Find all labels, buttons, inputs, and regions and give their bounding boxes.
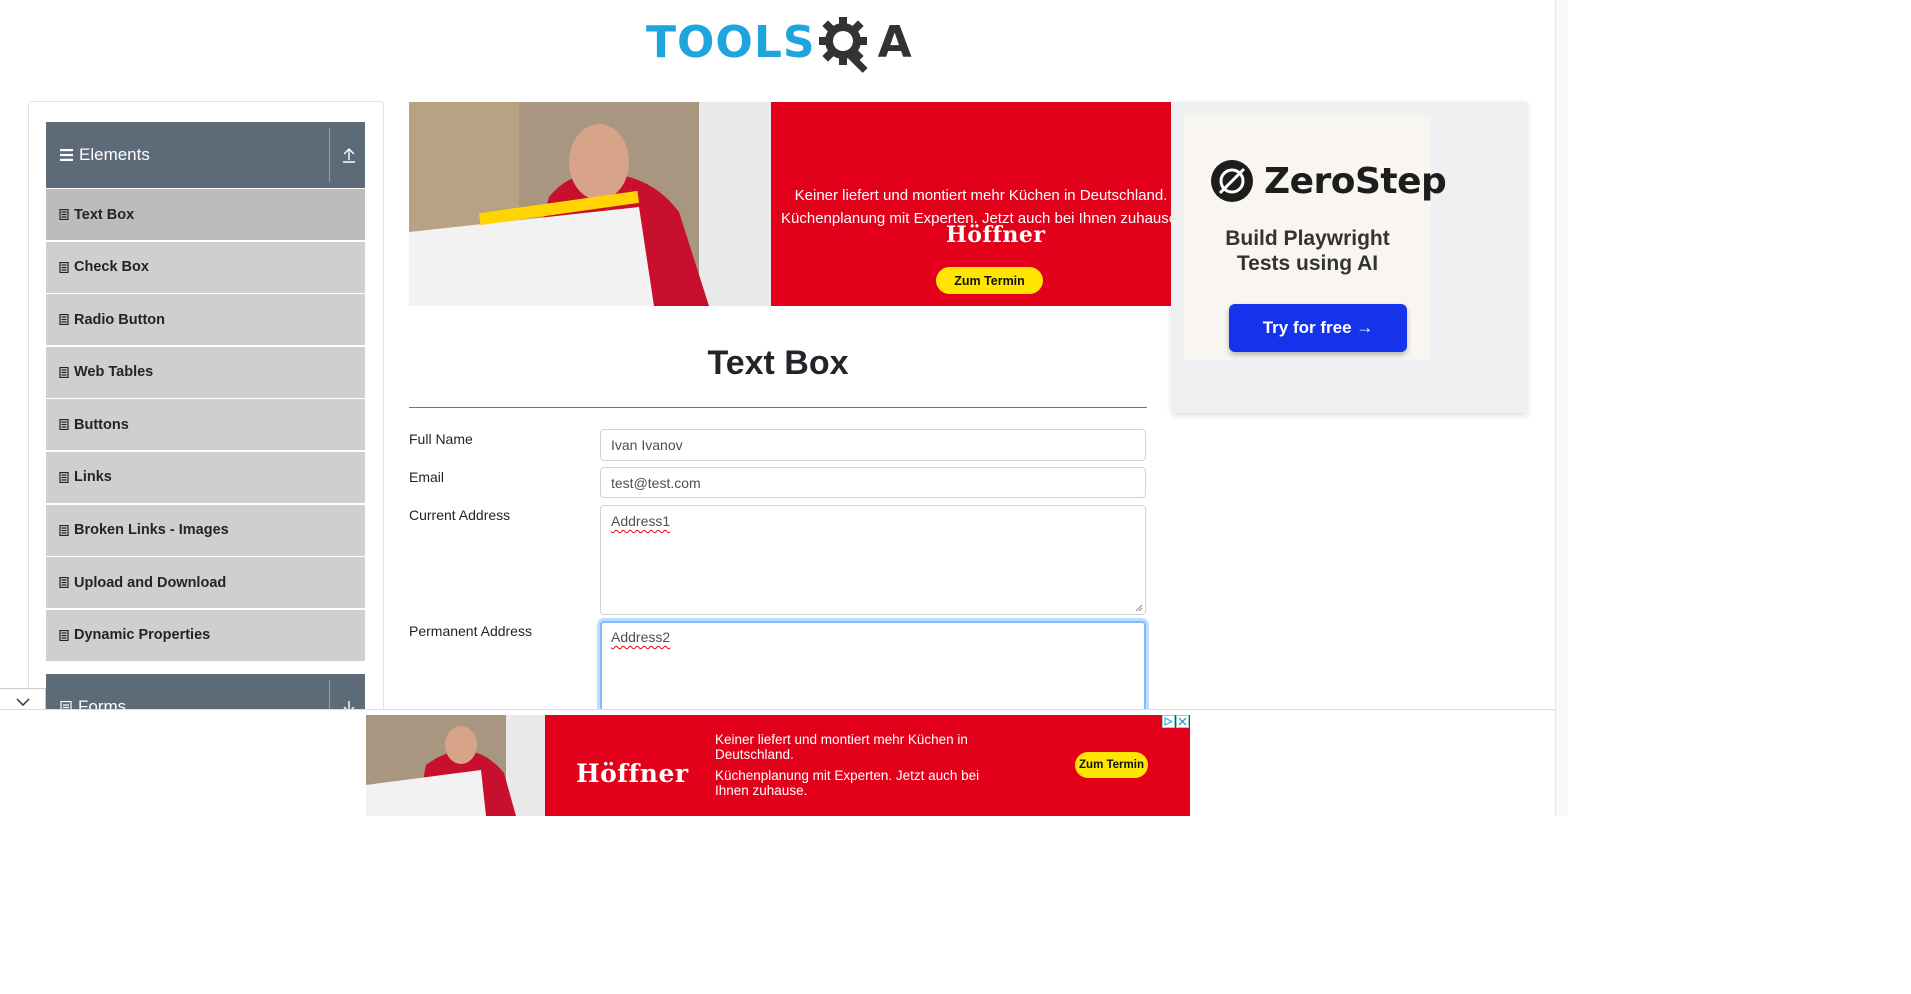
full-name-label: Full Name [409,431,473,447]
sidebar-item-broken-links[interactable]: Broken Links - Images [46,504,365,556]
zerostep-tagline: Build Playwright Tests using AI [1184,226,1431,276]
ad-copy: Keiner liefert und montiert mehr Küchen … [781,184,1171,230]
current-address-textarea[interactable]: Address1 [600,505,1146,615]
document-icon [59,314,69,326]
page-scrollbar[interactable] [1555,0,1568,816]
page-title: Text Box [707,344,849,382]
ad-line-2: Küchenplanung mit Experten. Jetzt auch b… [715,768,980,798]
hamburger-icon [60,149,73,161]
collapse-up-icon[interactable] [341,146,357,164]
sidebar-item-label: Links [74,469,112,486]
sidebar-item-web-tables[interactable]: Web Tables [46,346,365,398]
sidebar-item-check-box[interactable]: Check Box [46,241,365,293]
ad-line-1: Keiner liefert und montiert mehr Küchen … [715,732,968,762]
sidebar-item-label: Buttons [74,416,129,433]
sidebar-item-upload-download[interactable]: Upload and Download [46,557,365,609]
zerostep-logo-icon [1211,160,1253,202]
sidebar-item-text-box[interactable]: Text Box [46,189,365,240]
hoeffner-bottom-ad[interactable]: Höffner Keiner liefert und montiert mehr… [366,715,1190,816]
close-glyph [1178,717,1187,726]
adchoices-icon[interactable] [1162,715,1175,728]
try-for-free-button[interactable]: Try for free → [1229,304,1407,352]
zum-termin-button[interactable]: Zum Termin [936,267,1043,294]
sidebar-item-links[interactable]: Links [46,451,365,503]
permanent-address-label: Permanent Address [409,623,532,639]
ad-line-2: Küchenplanung mit Experten. Jetzt auch b… [781,210,1171,227]
document-icon [59,209,69,220]
email-input[interactable]: test@test.com [600,467,1146,498]
document-icon [59,629,69,641]
sidebar-item-label: Upload and Download [74,574,227,591]
ad-photo-illustration [409,102,771,306]
document-icon [59,261,69,273]
ad-photo-worker [366,715,545,816]
hoeffner-logo: Höffner [566,753,699,794]
current-address-label: Current Address [409,507,511,523]
group-title: Elements [79,145,150,164]
zum-termin-button[interactable]: Zum Termin [1075,752,1148,778]
group-header-elements[interactable]: Elements [46,122,365,188]
ad-line-1: Keiner liefert und montiert mehr Küchen … [794,187,1168,204]
sidebar-item-label: Web Tables [74,364,154,381]
left-panel: Elements Text Box Check Box Radio Button… [28,101,384,740]
tagline-line-2: Tests using AI [1236,252,1379,275]
resize-grip-icon[interactable] [1135,604,1143,612]
adchoices-glyph [1164,717,1173,726]
chevron-down-icon [15,698,30,706]
hoeffner-top-ad[interactable]: Höffner Keiner liefert und montiert mehr… [409,102,1171,306]
title-divider [409,407,1147,408]
document-icon [59,577,69,589]
zerostep-card: ZeroStep Build Playwright Tests using AI… [1184,116,1447,360]
close-ad-icon[interactable] [1176,715,1189,728]
sidebar-item-label: Radio Button [74,311,166,328]
group-divider [329,128,330,182]
full-name-value: Ivan Ivanov [611,437,683,453]
email-value: test@test.com [611,475,701,491]
current-address-value: Address1 [611,513,671,529]
sidebar-item-label: Broken Links - Images [74,522,229,539]
sidebar-item-dynamic-properties[interactable]: Dynamic Properties [46,609,365,661]
sidebar-item-label: Dynamic Properties [74,627,211,644]
document-icon [59,524,69,536]
sidebar-item-radio-button[interactable]: Radio Button [46,294,365,346]
ad-photo-worker [409,102,771,306]
logo-tools-text: TOOLS [646,17,816,68]
document-icon [59,471,69,483]
zerostep-ad[interactable]: ZeroStep Build Playwright Tests using AI… [1172,102,1527,413]
sidebar-item-label: Check Box [74,259,149,276]
sidebar-item-buttons[interactable]: Buttons [46,399,365,451]
document-icon [59,419,69,431]
zerostep-logo: ZeroStep [1210,159,1447,203]
sidebar-item-label: Text Box [74,206,135,223]
document-icon [59,366,69,378]
tagline-line-1: Build Playwright [1225,227,1390,250]
email-label: Email [409,469,445,485]
permanent-address-value: Address2 [611,629,671,645]
elements-menu-list: Text Box Check Box Radio Button Web Tabl… [46,189,365,662]
logo-a-text: A [877,17,912,68]
full-name-input[interactable]: Ivan Ivanov [600,429,1146,461]
logo-qa-mark: A [816,12,912,74]
ad-photo-illustration [366,715,545,816]
toolsqa-logo[interactable]: TOOLS A [646,12,912,74]
zerostep-name: ZeroStep [1264,160,1447,202]
gear-magnifier-icon [818,17,868,73]
